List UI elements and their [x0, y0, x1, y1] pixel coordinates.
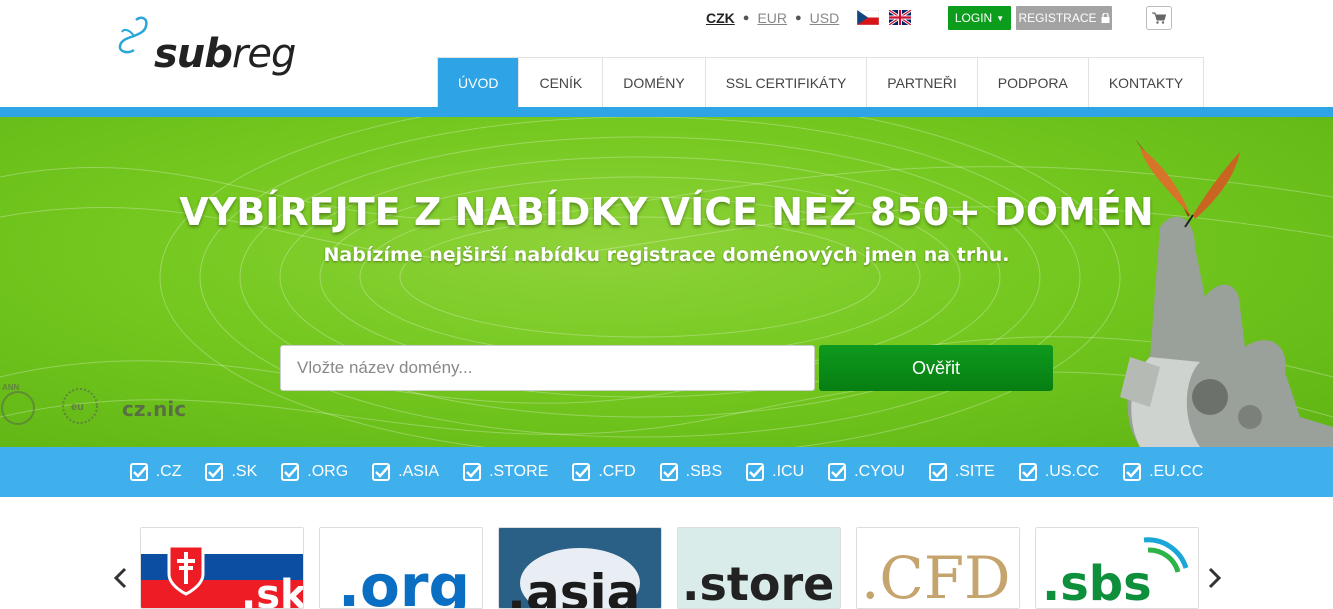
- cart-icon: [1152, 12, 1166, 24]
- tab-uvod[interactable]: ÚVOD: [438, 58, 520, 108]
- domain-search-input[interactable]: [280, 345, 815, 391]
- checkbox-checked-icon: [129, 463, 148, 481]
- register-label: REGISTRACE: [1018, 11, 1097, 25]
- svg-text:.sk: .sk: [241, 572, 303, 608]
- tld-item[interactable]: .US.CC: [1018, 463, 1099, 481]
- currency-usd[interactable]: USD: [810, 10, 840, 26]
- checkbox-checked-icon: [1123, 463, 1142, 481]
- currency-czk[interactable]: CZK: [706, 10, 735, 26]
- tld-item[interactable]: .STORE: [463, 463, 548, 481]
- tab-domeny[interactable]: DOMÉNY: [603, 58, 706, 108]
- main-nav: ÚVOD CENÍK DOMÉNY SSL CERTIFIKÁTY PARTNE…: [437, 57, 1205, 108]
- hero-title: VYBÍREJTE Z NABÍDKY VÍCE NEŽ 850+ DOMÉN: [179, 190, 1154, 234]
- checkbox-checked-icon: [205, 463, 224, 481]
- tld-item[interactable]: .SITE: [928, 463, 995, 481]
- currency-eur[interactable]: EUR: [757, 10, 787, 26]
- checkbox-checked-icon: [463, 463, 482, 481]
- hero-background-waves: [0, 117, 1333, 447]
- hero-banner: [0, 117, 1333, 447]
- carousel-prev-icon[interactable]: [113, 567, 127, 589]
- carousel-next-icon[interactable]: [1208, 567, 1222, 589]
- currency-switcher: CZK ● EUR ● USD: [706, 9, 839, 27]
- cart-button[interactable]: [1146, 6, 1172, 30]
- checkbox-checked-icon: [372, 463, 391, 481]
- tld-card-sbs[interactable]: .sbs: [1035, 527, 1199, 609]
- tld-item[interactable]: .CYOU: [828, 463, 905, 481]
- caret-down-icon: ▼: [996, 13, 1005, 23]
- svg-text:ANN: ANN: [2, 383, 20, 392]
- svg-text:.store: .store: [682, 557, 834, 608]
- hero-subtitle: Nabízíme nejširší nabídku registrace dom…: [323, 244, 1010, 266]
- czech-flag-icon[interactable]: [857, 10, 879, 25]
- eu-logo: eu: [62, 388, 98, 424]
- tab-ssl-certifikaty[interactable]: SSL CERTIFIKÁTY: [706, 58, 868, 108]
- tld-item[interactable]: .CZ: [129, 463, 181, 481]
- tld-item[interactable]: .ORG: [281, 463, 348, 481]
- verify-button[interactable]: Ověřit: [819, 345, 1053, 391]
- uk-flag-icon[interactable]: [889, 10, 911, 25]
- tld-card-org[interactable]: .org: [319, 527, 483, 609]
- tld-card-sk[interactable]: .sk: [140, 527, 304, 609]
- svg-text:.asia: .asia: [507, 564, 640, 608]
- logo-wordmark: subreg: [154, 31, 296, 77]
- svg-text:.sbs: .sbs: [1042, 556, 1152, 608]
- tab-cenik[interactable]: CENÍK: [519, 58, 604, 108]
- separator-dot: ●: [795, 12, 802, 24]
- tld-item[interactable]: .EU.CC: [1123, 463, 1203, 481]
- svg-text:eu: eu: [71, 401, 84, 413]
- cznic-logo: cz.nic: [122, 397, 187, 421]
- checkbox-checked-icon: [572, 463, 591, 481]
- checkbox-checked-icon: [746, 463, 765, 481]
- checkbox-checked-icon: [928, 463, 947, 481]
- subreg-logo[interactable]: subreg: [116, 14, 296, 80]
- checkbox-checked-icon: [1018, 463, 1037, 481]
- separator-dot: ●: [742, 12, 750, 24]
- tld-item[interactable]: .SK: [205, 463, 257, 481]
- tld-card-cfd[interactable]: .CFD: [856, 527, 1020, 609]
- tab-podpora[interactable]: PODPORA: [978, 58, 1089, 108]
- svg-text:.CFD: .CFD: [861, 544, 1011, 608]
- login-label: LOGIN: [954, 11, 993, 25]
- tld-item[interactable]: .ASIA: [372, 463, 439, 481]
- login-button[interactable]: LOGIN ▼: [948, 6, 1011, 30]
- tld-item[interactable]: .CFD: [572, 463, 636, 481]
- tab-kontakty[interactable]: KONTAKTY: [1089, 58, 1203, 108]
- tld-list-bar: .CZ .SK .ORG .ASIA .STORE .CFD .SBS .ICU…: [0, 447, 1333, 497]
- tld-card-store[interactable]: .store: [677, 527, 841, 609]
- lock-icon: [1101, 13, 1109, 23]
- tld-card-asia[interactable]: .asia: [498, 527, 662, 609]
- checkbox-checked-icon: [281, 463, 300, 481]
- tld-item[interactable]: .SBS: [659, 463, 722, 481]
- tab-partneri[interactable]: PARTNEŘI: [867, 58, 978, 108]
- icann-logo: ANN: [1, 383, 35, 425]
- tld-item[interactable]: .ICU: [746, 463, 804, 481]
- checkbox-checked-icon: [828, 463, 847, 481]
- checkbox-checked-icon: [659, 463, 678, 481]
- register-button[interactable]: REGISTRACE: [1016, 6, 1112, 30]
- nav-underline-bar: [0, 107, 1333, 117]
